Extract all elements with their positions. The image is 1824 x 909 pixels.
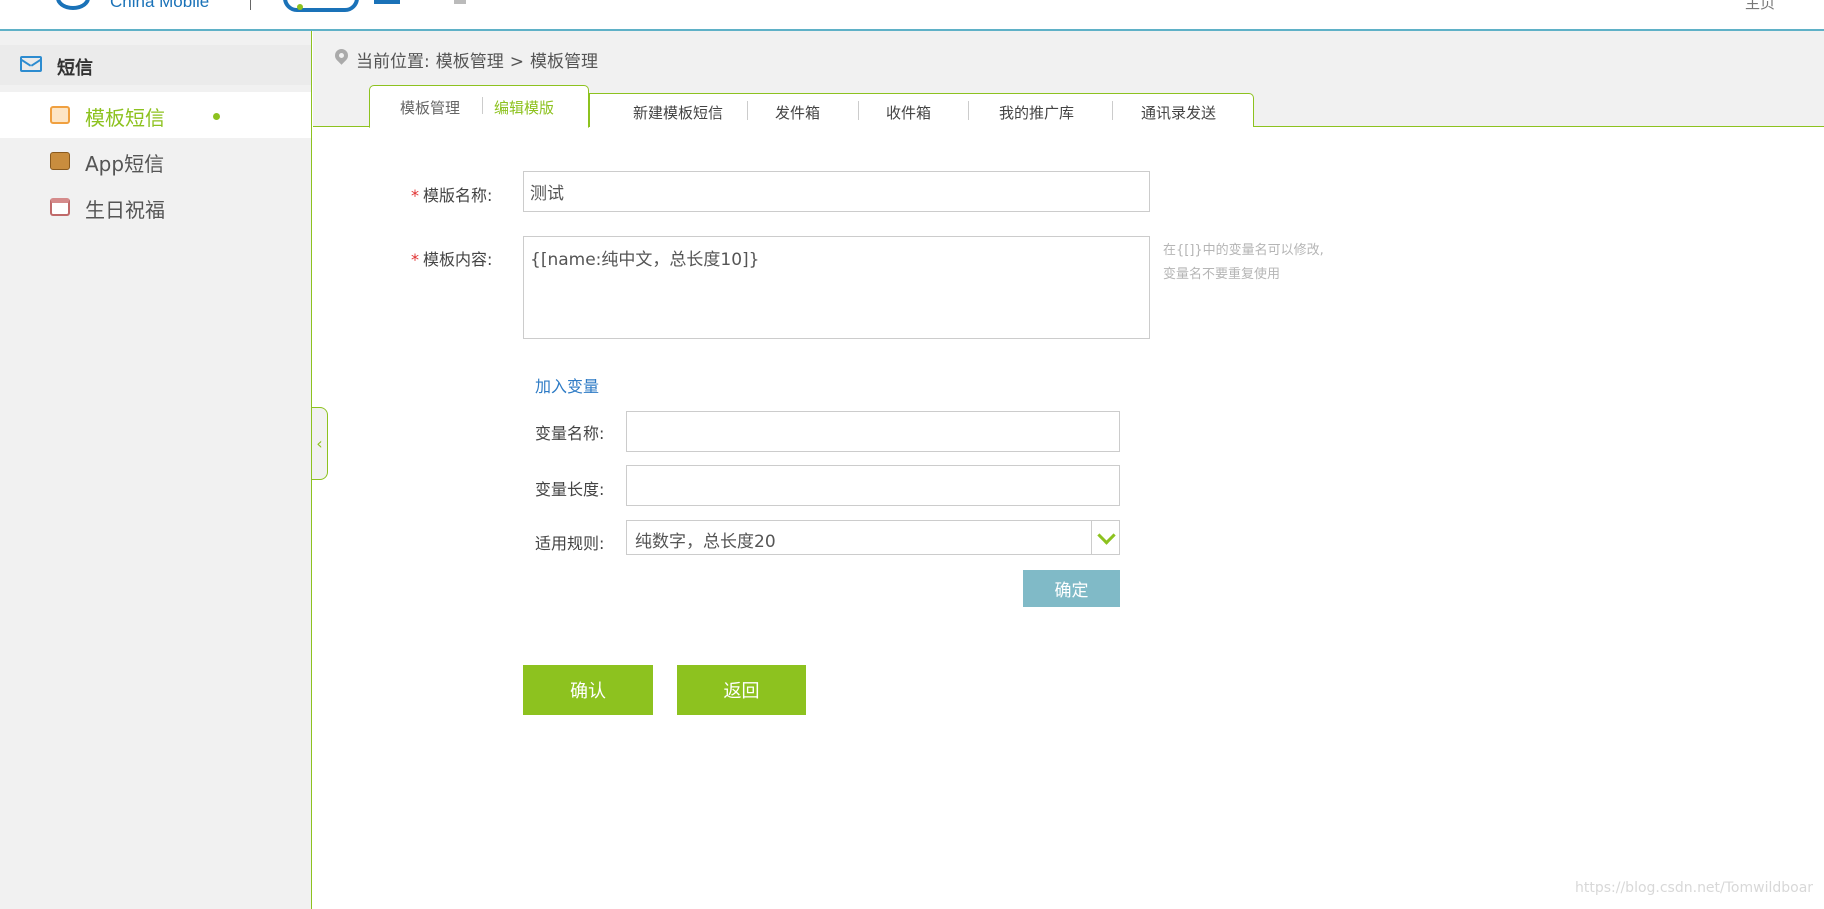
back-button[interactable]: 返回 bbox=[677, 665, 806, 715]
sidebar-item-template-sms[interactable]: 模板短信 bbox=[0, 92, 311, 138]
variable-length-label: 变量长度: bbox=[535, 480, 605, 499]
tab-outbox[interactable]: 发件箱 bbox=[775, 102, 820, 123]
logo-text: China Mobile bbox=[110, 0, 210, 11]
china-mobile-logo-icon bbox=[56, 0, 90, 10]
tab-group-active: 模板管理 编辑模版 bbox=[369, 85, 589, 128]
confirm-button[interactable]: 确认 bbox=[523, 665, 653, 715]
birthday-cake-icon bbox=[50, 198, 70, 216]
sidebar-item-label: 生日祝福 bbox=[85, 198, 165, 222]
breadcrumb-separator: > bbox=[509, 52, 524, 72]
app-root: China Mobile 主页 短信 模板短信 App短信 生日祝福 ‹ 当前位… bbox=[0, 0, 1824, 909]
sidebar-item-app-sms[interactable]: App短信 bbox=[0, 138, 311, 184]
breadcrumb: 当前位置: 模板管理 > 模板管理 bbox=[356, 47, 604, 72]
add-variable-link[interactable]: 加入变量 bbox=[535, 373, 599, 397]
tab-edit-template[interactable]: 编辑模版 bbox=[494, 97, 554, 118]
watermark: https://blog.csdn.net/Tomwildboar bbox=[1575, 880, 1814, 896]
location-pin-icon bbox=[332, 46, 351, 65]
breadcrumb-bar: 当前位置: 模板管理 > 模板管理 模板管理 编辑模版 新建模板短信 发件箱 收件箱 … bbox=[313, 31, 1824, 128]
breadcrumb-current: 模板管理 bbox=[529, 52, 598, 72]
chevron-down-icon[interactable] bbox=[1091, 521, 1119, 554]
logo-bar-icon bbox=[374, 0, 400, 4]
variable-hint: 在{[]}中的变量名可以修改, 变量名不要重复使用 bbox=[1163, 239, 1363, 287]
hint-line: 在{[]}中的变量名可以修改, bbox=[1163, 243, 1324, 258]
template-icon bbox=[50, 106, 70, 124]
rule-selected-value: 纯数字，总长度20 bbox=[635, 532, 776, 552]
variable-name-input[interactable] bbox=[626, 411, 1120, 452]
contact-book-icon bbox=[50, 152, 70, 170]
tab-divider bbox=[747, 101, 748, 120]
tab-inbox[interactable]: 收件箱 bbox=[886, 102, 931, 123]
variable-length-input[interactable] bbox=[626, 465, 1120, 506]
add-variable-ok-button[interactable]: 确定 bbox=[1023, 570, 1120, 607]
tab-template-manage[interactable]: 模板管理 bbox=[400, 97, 460, 118]
sidebar-collapse-button[interactable]: ‹ bbox=[312, 407, 328, 480]
breadcrumb-parent[interactable]: 模板管理 bbox=[436, 52, 504, 72]
template-content-label-text: 模板内容: bbox=[423, 250, 493, 269]
template-name-input[interactable] bbox=[523, 171, 1150, 212]
tab-row: 新建模板短信 发件箱 收件箱 我的推广库 通讯录发送 bbox=[589, 93, 1254, 127]
rule-select[interactable]: 纯数字，总长度20 bbox=[626, 520, 1120, 555]
tab-my-promotion-library[interactable]: 我的推广库 bbox=[999, 102, 1074, 123]
tab-new-template-sms[interactable]: 新建模板短信 bbox=[633, 102, 723, 123]
tab-contacts-send[interactable]: 通讯录发送 bbox=[1141, 102, 1216, 123]
tab-divider bbox=[968, 101, 969, 120]
tab-divider bbox=[858, 101, 859, 120]
template-name-label: * 模版名称: bbox=[411, 182, 492, 206]
breadcrumb-prefix: 当前位置: bbox=[356, 52, 430, 72]
required-mark: * bbox=[411, 186, 419, 205]
sidebar-section-label: 短信 bbox=[57, 58, 93, 79]
envelope-icon bbox=[20, 56, 42, 72]
tab-divider bbox=[482, 97, 483, 114]
rule-label: 适用规则: bbox=[535, 534, 605, 553]
template-name-label-text: 模版名称: bbox=[423, 186, 493, 205]
active-dot-icon bbox=[213, 113, 220, 120]
logo-bar-icon bbox=[454, 0, 466, 4]
required-mark: * bbox=[411, 250, 419, 269]
template-content-textarea[interactable]: {[name:纯中文，总长度10]} bbox=[523, 236, 1150, 339]
sidebar-item-label: App短信 bbox=[85, 152, 165, 176]
top-header: China Mobile 主页 bbox=[0, 0, 1824, 31]
sidebar-item-label: 模板短信 bbox=[85, 106, 165, 130]
home-link[interactable]: 主页 bbox=[1745, 0, 1775, 13]
chevron-left-icon: ‹ bbox=[316, 434, 323, 453]
logo-divider bbox=[250, 0, 251, 10]
tab-divider bbox=[1112, 101, 1113, 120]
sidebar-item-birthday[interactable]: 生日祝福 bbox=[0, 184, 311, 230]
hint-line: 变量名不要重复使用 bbox=[1163, 267, 1281, 282]
product-logo-icon bbox=[283, 0, 359, 12]
template-content-label: * 模板内容: bbox=[411, 246, 492, 270]
variable-name-label: 变量名称: bbox=[535, 424, 605, 443]
sidebar: 短信 模板短信 App短信 生日祝福 bbox=[0, 31, 312, 909]
sidebar-section-sms[interactable]: 短信 bbox=[0, 45, 311, 85]
